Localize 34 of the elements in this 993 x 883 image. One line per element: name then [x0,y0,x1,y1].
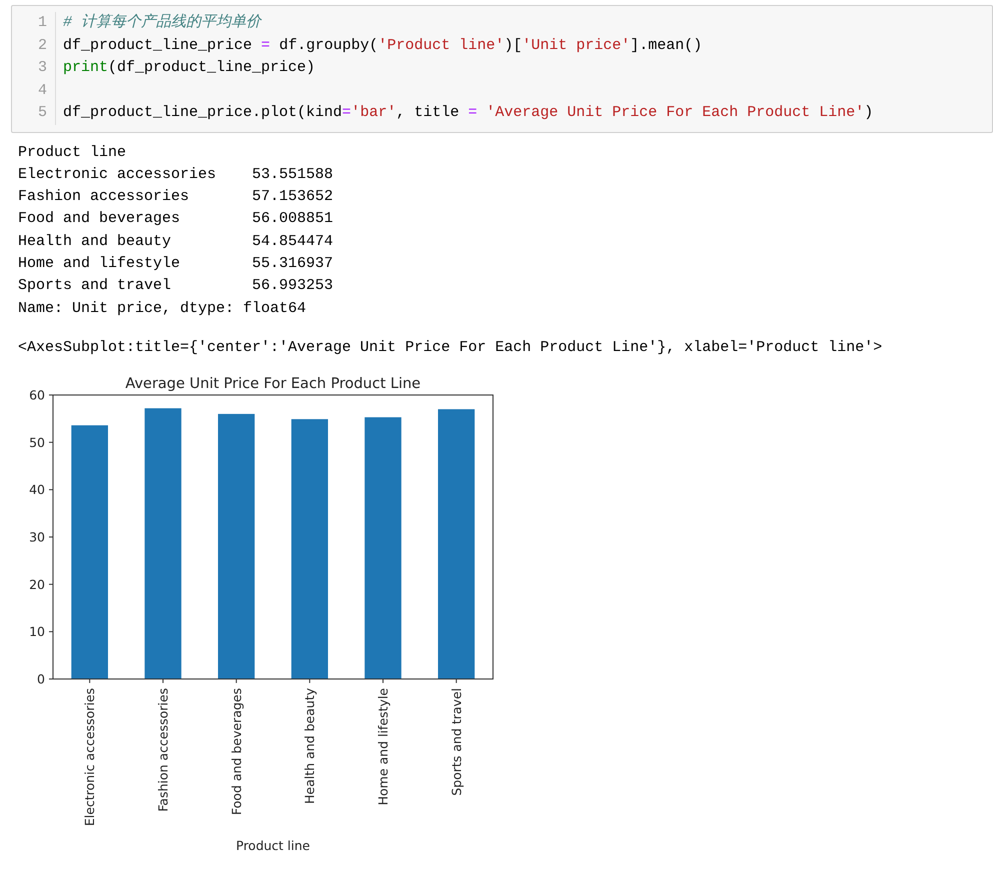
code-line: df_product_line_price.plot(kind='bar', title = 'Average Unit Price For Each Product Line') [62,103,874,123]
line-number: 5 [12,102,56,124]
line-number: 2 [12,34,56,57]
code-line: # 计算每个产品线的平均单价 [62,12,262,33]
output-line: Name: Unit price, dtype: float64 [18,298,306,319]
x-tick-label: Sports and travel [448,688,464,796]
y-tick-label: 40 [29,482,45,498]
x-tick-label: Fashion accessories [156,688,170,812]
output-line: Electronic accessories 53.551588 [18,164,334,185]
code-line: df_product_line_price = df.groupby('Product line')['Unit price'].mean() [62,36,702,56]
output-line: Food and beverages 56.008851 [18,209,334,230]
x-tick-label: Home and lifestyle [376,688,390,806]
chart-title: Average Unit Price For Each Product Line [125,376,421,392]
x-tick-label: Food and beverages [228,688,244,815]
x-axis-label: Product line [236,838,310,853]
y-tick-label: 10 [29,624,45,640]
output-line: Sports and travel 56.993253 [18,276,334,296]
output-line: Home and lifestyle 55.316937 [18,254,334,274]
x-tick-label: Health and beauty [302,688,318,804]
x-tick-label: Electronic accessories [82,688,98,826]
y-tick-label: 60 [29,387,45,402]
code-line: print(df_product_line_price) [62,58,316,78]
y-tick-label: 50 [29,434,45,450]
y-tick-label: 0 [37,671,45,686]
line-number: 4 [12,80,56,102]
output-line: Fashion accessories 57.153652 [18,187,334,208]
line-number: 1 [12,12,56,34]
output-line: Health and beauty 54.854474 [18,232,334,252]
output-line: Product line [18,142,126,162]
y-tick-label: 30 [29,529,45,544]
y-tick-label: 20 [29,576,45,592]
code-cell[interactable] [11,5,993,132]
line-number: 3 [12,57,56,80]
output-repr: <AxesSubplot:title={'center':'Average Unit Price For Each Product Line'}, xlabel='Product line'> [18,338,882,358]
